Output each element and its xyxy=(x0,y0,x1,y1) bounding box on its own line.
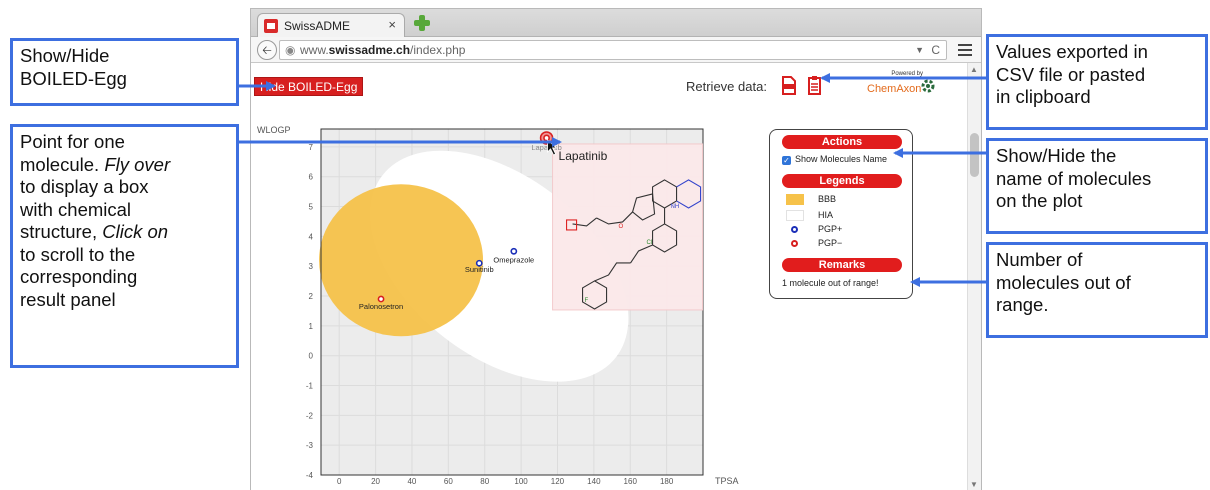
x-tick-label: 160 xyxy=(624,477,638,486)
y-tick-label: 1 xyxy=(309,322,314,331)
browser-window: SwissADME × 🡠 ◉ www.swissadme.ch/index.p… xyxy=(250,8,982,490)
atom-label: NH xyxy=(671,204,680,210)
actions-panel: Actions ✓ Show Molecules Name Legends BBB… xyxy=(769,129,913,299)
hia-swatch xyxy=(786,210,804,221)
legends-header: Legends xyxy=(782,174,902,188)
atom-label: Cl xyxy=(647,240,653,246)
molecule-label: Palonosetron xyxy=(359,302,403,311)
y-tick-label: -4 xyxy=(306,471,314,480)
atom-label: O xyxy=(619,224,624,230)
url-dropdown-icon[interactable]: ▼ xyxy=(915,41,924,59)
retrieve-data-label: Retrieve data: xyxy=(686,79,767,94)
boiled-egg-chart: WLOGPTPSA0 20 40 60 80 100 120 140 160 180-4-3-2-… xyxy=(257,125,739,486)
scrollbar-thumb[interactable] xyxy=(970,133,979,177)
y-tick-label: 2 xyxy=(309,292,314,301)
address-bar[interactable]: ◉ www.swissadme.ch/index.php ▼ C xyxy=(279,40,947,60)
swissadme-favicon-icon xyxy=(264,19,278,33)
molecule-tooltip-box xyxy=(552,143,704,311)
y-tick-label: 5 xyxy=(309,203,314,212)
checkbox-checked-icon[interactable]: ✓ xyxy=(782,156,791,165)
x-tick-label: 60 xyxy=(444,477,453,486)
scroll-down-icon[interactable]: ▼ xyxy=(970,480,978,489)
legend-pgp-minus: PGP− xyxy=(818,238,843,248)
y-tick-label: 3 xyxy=(309,262,314,271)
x-tick-label: 140 xyxy=(587,477,601,486)
pgp-minus-marker xyxy=(791,240,798,247)
y-tick-label: -3 xyxy=(306,441,314,450)
y-tick-label: 6 xyxy=(309,173,314,182)
vertical-scrollbar[interactable]: ▲ ▼ xyxy=(967,63,981,490)
csv-export-icon[interactable] xyxy=(781,76,796,95)
bbb-egg-yolk xyxy=(319,184,484,337)
back-arrow-icon[interactable]: 🡠 xyxy=(257,40,277,60)
scroll-up-icon[interactable]: ▲ xyxy=(970,65,978,74)
legend-bbb: BBB xyxy=(818,194,837,204)
tooltip-molecule-name: Lapatinib xyxy=(559,149,608,163)
callout-point-for-molecule: Point for one molecule. Fly over to disp… xyxy=(10,124,239,368)
new-tab-icon[interactable] xyxy=(413,14,431,32)
remarks-text: 1 molecule out of range! xyxy=(782,278,879,288)
y-tick-label: 4 xyxy=(309,232,314,241)
remarks-header: Remarks xyxy=(782,258,902,272)
x-tick-label: 20 xyxy=(371,477,380,486)
callout-values-exported: Values exported in CSV file or pasted in… xyxy=(986,34,1208,130)
tab-bar: SwissADME × xyxy=(251,9,981,38)
callout-show-hide-egg: Show/Hide BOILED-Egg xyxy=(10,38,239,106)
molecule-point[interactable] xyxy=(377,295,385,303)
globe-icon: ◉ xyxy=(285,43,296,57)
callout-number-out-of-range: Number of molecules out of range. xyxy=(986,242,1208,338)
page-content: Hide BOILED-Egg Retrieve data: Powered b… xyxy=(251,63,967,490)
molecule-point[interactable] xyxy=(510,247,518,255)
bbb-swatch xyxy=(786,194,804,205)
molecule-label: Sunitinib xyxy=(465,265,494,274)
callout-show-hide-names: Show/Hide the name of molecules on the p… xyxy=(986,138,1208,234)
actions-header: Actions xyxy=(782,135,902,149)
x-tick-label: 80 xyxy=(480,477,489,486)
reload-icon[interactable]: C xyxy=(931,41,940,59)
pgp-plus-marker xyxy=(791,226,798,233)
chemaxon-gear-icon xyxy=(921,79,935,93)
show-molecules-name-checkbox[interactable]: ✓ Show Molecules Name xyxy=(782,154,887,165)
chemaxon-logo: Powered by ChemAxon xyxy=(867,71,941,105)
hamburger-menu-icon[interactable] xyxy=(955,40,975,60)
atom-label: F xyxy=(585,298,589,304)
x-tick-label: 100 xyxy=(514,477,528,486)
y-tick-label: 7 xyxy=(309,143,314,152)
y-axis-label: WLOGP xyxy=(257,125,291,135)
tab-title: SwissADME xyxy=(284,19,351,33)
molecule-point[interactable] xyxy=(543,134,550,142)
molecule-label: Omeprazole xyxy=(493,255,534,264)
x-tick-label: 180 xyxy=(660,477,674,486)
legend-pgp-plus: PGP+ xyxy=(818,224,843,234)
close-tab-icon[interactable]: × xyxy=(388,17,396,32)
x-tick-label: 120 xyxy=(551,477,565,486)
x-tick-label: 0 xyxy=(337,477,342,486)
legend-hia: HIA xyxy=(818,210,834,220)
navigation-bar: 🡠 ◉ www.swissadme.ch/index.php ▼ C xyxy=(251,37,981,63)
y-tick-label: 0 xyxy=(309,352,314,361)
x-axis-label: TPSA xyxy=(715,476,739,486)
y-tick-label: -1 xyxy=(306,382,314,391)
y-tick-label: -2 xyxy=(306,411,314,420)
url-text: www.swissadme.ch/index.php xyxy=(300,43,466,57)
hide-boiled-egg-button[interactable]: Hide BOILED-Egg xyxy=(254,77,364,96)
tab-swissadme[interactable]: SwissADME × xyxy=(257,13,405,38)
x-tick-label: 40 xyxy=(407,477,416,486)
molecule-label: Lapatinib xyxy=(531,143,561,152)
clipboard-icon[interactable] xyxy=(807,76,822,95)
